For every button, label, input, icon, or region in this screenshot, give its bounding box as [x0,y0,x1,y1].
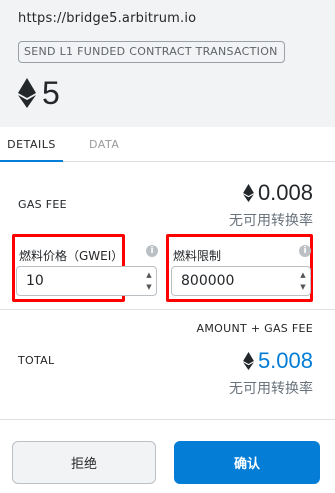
gas-price-stepper[interactable]: ▲ ▼ [144,269,154,293]
tab-bar: DETAILS DATA [0,127,335,162]
stepper-up-icon[interactable]: ▲ [144,269,154,281]
transaction-header: https://bridge5.arbitrum.io SEND L1 FUND… [0,0,335,127]
tab-data[interactable]: DATA [69,127,149,162]
stepper-down-icon[interactable]: ▼ [298,281,308,293]
stepper-up-icon[interactable]: ▲ [298,269,308,281]
ethereum-icon [243,184,254,202]
gas-price-input-wrap: ▲ ▼ [16,266,157,296]
total-label: TOTAL [18,354,55,367]
gas-price-label: 燃料价格（GWEI） [19,249,124,263]
info-icon[interactable]: i [146,245,158,257]
site-origin: https://bridge5.arbitrum.io [18,11,197,26]
gas-price-input[interactable] [17,267,156,295]
gas-limit-label: 燃料限制 [173,249,222,263]
ethereum-icon [243,352,254,370]
gas-limit-stepper[interactable]: ▲ ▼ [298,269,308,293]
footer-actions: 拒绝 确认 [0,419,335,493]
reject-button[interactable]: 拒绝 [12,441,156,484]
gas-fee-fiat: 无可用转换率 [229,213,313,229]
gas-fee-row: GAS FEE 0.008 无可用转换率 [0,180,335,230]
tab-details[interactable]: DETAILS [0,127,63,162]
total-value: 5.008 [243,348,313,374]
gas-fee-label: GAS FEE [18,198,67,211]
transaction-amount: 5 [42,75,60,111]
gas-limit-input-wrap: ▲ ▼ [171,266,311,296]
amount-row: 5 [18,73,317,113]
amount-plus-gas-label: AMOUNT + GAS FEE [196,322,313,335]
total-amount: 5.008 [257,348,313,373]
gas-limit-input[interactable] [172,267,310,295]
total-fiat: 无可用转换率 [229,381,313,397]
divider [0,309,335,310]
transaction-type-badge: SEND L1 FUNDED CONTRACT TRANSACTION [18,41,285,63]
info-icon[interactable]: i [299,245,311,257]
confirm-transaction-page: https://bridge5.arbitrum.io SEND L1 FUND… [0,0,335,493]
gas-fee-value: 0.008 [243,180,313,206]
confirm-button[interactable]: 确认 [174,441,320,484]
stepper-down-icon[interactable]: ▼ [144,281,154,293]
ethereum-icon [18,78,36,108]
gas-fee-amount: 0.008 [257,180,313,205]
